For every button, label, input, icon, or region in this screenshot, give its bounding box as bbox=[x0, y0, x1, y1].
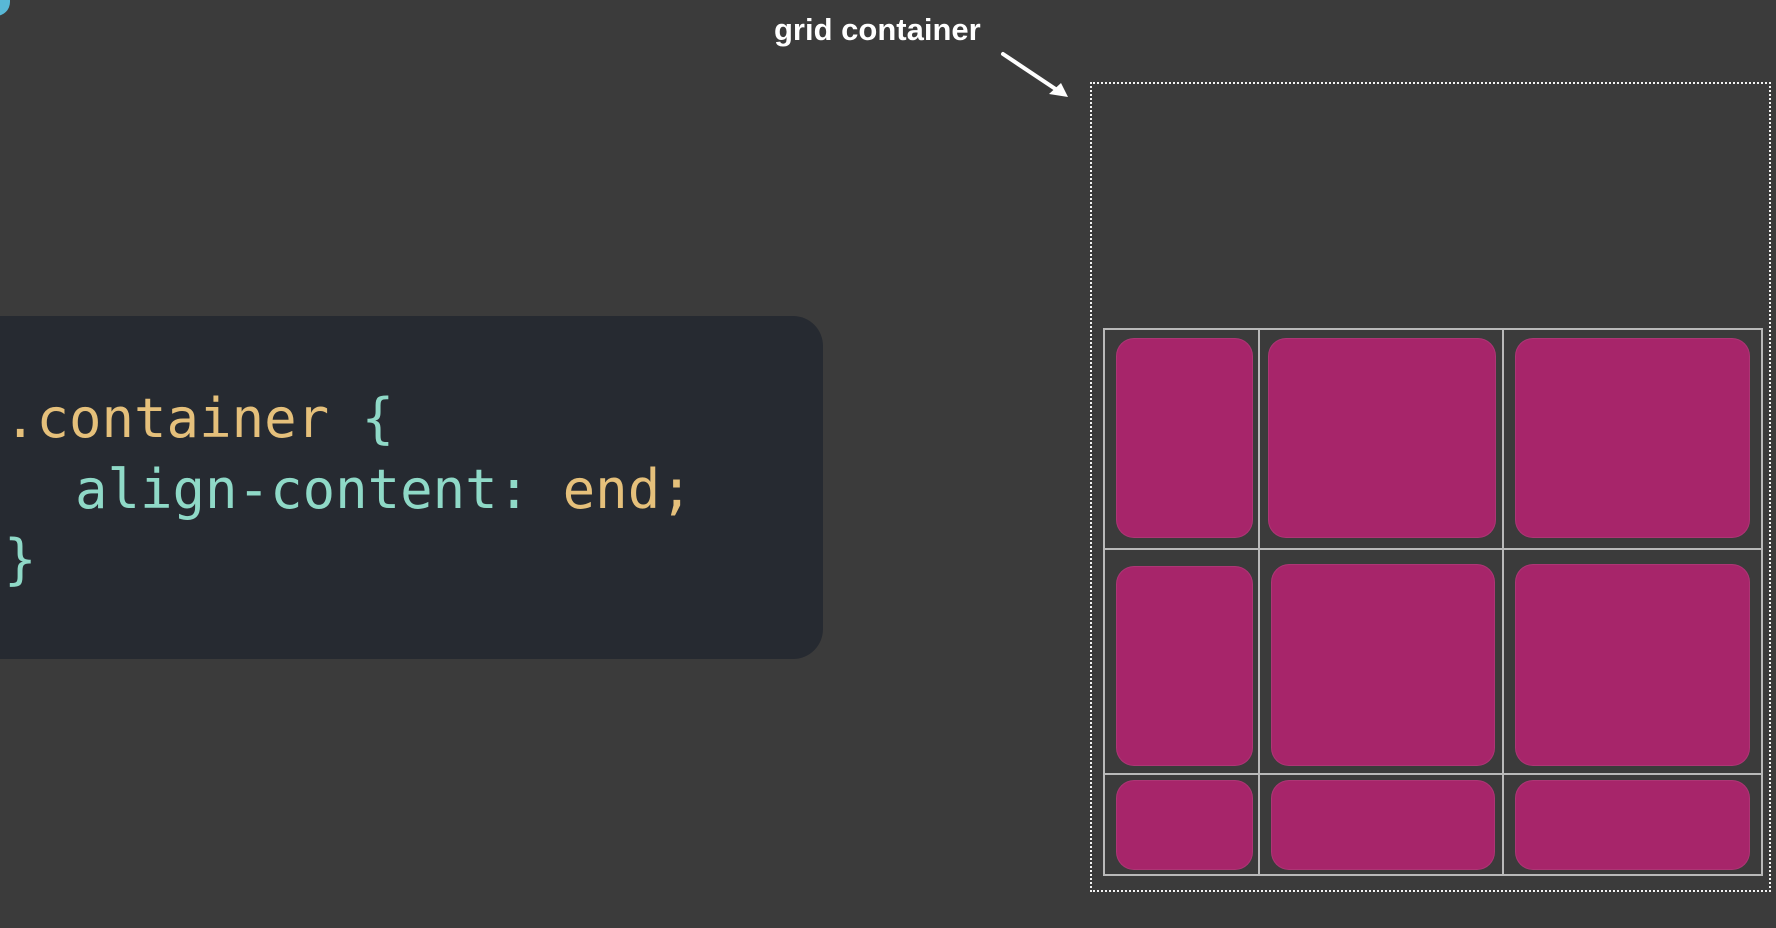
grid-item-2 bbox=[1268, 338, 1496, 538]
grid-item-1 bbox=[1116, 338, 1253, 538]
css-selector: .container bbox=[4, 387, 330, 450]
arrow-icon bbox=[1001, 52, 1068, 97]
css-semicolon: ; bbox=[660, 458, 693, 521]
css-colon: : bbox=[497, 458, 531, 521]
grid-line-vertical-2 bbox=[1502, 328, 1504, 876]
grid-container-label: grid container bbox=[774, 12, 981, 47]
corner-fragment bbox=[0, 0, 10, 16]
close-brace: } bbox=[4, 528, 37, 591]
grid-item-8 bbox=[1271, 780, 1495, 870]
css-selector-line: .container { bbox=[4, 392, 394, 446]
grid-item-6 bbox=[1515, 564, 1750, 766]
grid-line-horizontal-1 bbox=[1103, 548, 1763, 550]
open-brace: { bbox=[361, 387, 395, 450]
grid-item-9 bbox=[1515, 780, 1750, 870]
css-property: align-content bbox=[75, 458, 498, 521]
css-declaration-line: align-content: end; bbox=[75, 463, 693, 517]
grid-item-3 bbox=[1515, 338, 1750, 538]
grid-line-horizontal-2 bbox=[1103, 773, 1763, 775]
grid-item-4 bbox=[1116, 566, 1253, 766]
grid-item-5 bbox=[1271, 564, 1495, 766]
grid-line-vertical-1 bbox=[1258, 328, 1260, 876]
grid-item-7 bbox=[1116, 780, 1253, 870]
css-value: end bbox=[562, 458, 661, 521]
